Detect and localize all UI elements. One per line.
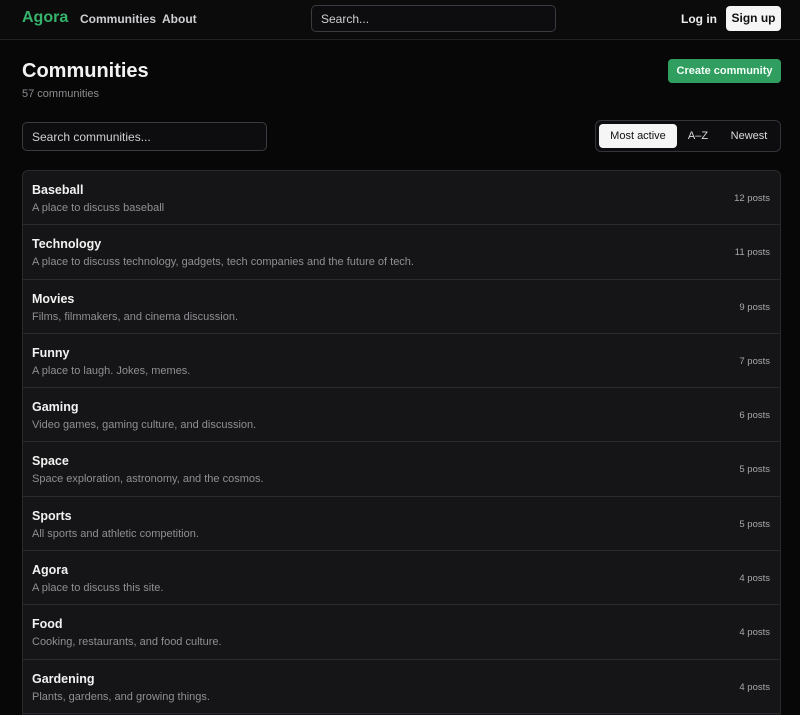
- community-row[interactable]: Food Cooking, restaurants, and food cult…: [23, 605, 780, 660]
- community-name[interactable]: Agora: [32, 563, 68, 577]
- community-post-count: 12 posts: [734, 193, 770, 204]
- community-name[interactable]: Funny: [32, 346, 70, 360]
- sort-newest-button[interactable]: Newest: [722, 124, 776, 148]
- global-search-input[interactable]: [311, 5, 556, 32]
- community-row[interactable]: Sports All sports and athletic competiti…: [23, 497, 780, 552]
- community-post-count: 5 posts: [739, 518, 770, 530]
- community-description: A place to laugh. Jokes, memes.: [32, 364, 191, 377]
- sort-a-z-button[interactable]: A–Z: [680, 124, 716, 148]
- login-link[interactable]: Log in: [681, 12, 717, 26]
- community-row[interactable]: Technology A place to discuss technology…: [23, 225, 780, 280]
- community-search-input[interactable]: [22, 122, 267, 151]
- community-name[interactable]: Gardening: [32, 672, 95, 686]
- community-post-count: 7 posts: [739, 355, 770, 367]
- community-row[interactable]: Space Space exploration, astronomy, and …: [23, 442, 780, 497]
- community-row[interactable]: Agora A place to discuss this site. 4 po…: [23, 551, 780, 606]
- community-list: Baseball A place to discuss baseball 12 …: [22, 170, 781, 715]
- community-name[interactable]: Food: [32, 617, 63, 631]
- community-name[interactable]: Technology: [32, 237, 101, 251]
- community-row[interactable]: Baseball A place to discuss baseball 12 …: [23, 171, 780, 226]
- community-post-count: 4 posts: [739, 627, 770, 639]
- community-post-count: 9 posts: [739, 301, 770, 313]
- community-description: A place to discuss technology, gadgets, …: [32, 256, 414, 269]
- community-name[interactable]: Gaming: [32, 400, 79, 414]
- community-description: A place to discuss baseball: [32, 202, 165, 214]
- community-post-count: 4 posts: [739, 573, 770, 585]
- community-description: Cooking, restaurants, and food culture.: [32, 636, 222, 649]
- community-post-count: 4 posts: [739, 681, 770, 693]
- community-description: Space exploration, astronomy, and the co…: [32, 473, 264, 486]
- community-row[interactable]: Movies Films, filmmakers, and cinema dis…: [23, 280, 780, 334]
- community-description: Video games, gaming culture, and discuss…: [32, 419, 257, 432]
- community-row[interactable]: Gaming Video games, gaming culture, and …: [23, 388, 780, 443]
- community-row[interactable]: Gardening Plants, gardens, and growing t…: [23, 660, 780, 714]
- community-post-count: 5 posts: [739, 464, 770, 476]
- sort-toggle-group: Most active A–Z Newest: [595, 120, 781, 152]
- community-count: 57 communities: [22, 88, 100, 100]
- community-description: A place to discuss this site.: [32, 582, 164, 595]
- community-name[interactable]: Sports: [32, 509, 72, 523]
- community-name[interactable]: Movies: [32, 292, 74, 306]
- community-description: Films, filmmakers, and cinema discussion…: [32, 310, 239, 323]
- community-post-count: 6 posts: [739, 410, 770, 422]
- signup-button[interactable]: Sign up: [726, 6, 781, 31]
- community-name[interactable]: Baseball: [32, 183, 83, 197]
- nav-link-about[interactable]: About: [162, 12, 197, 26]
- community-post-count: 11 posts: [734, 247, 770, 259]
- community-description: Plants, gardens, and growing things.: [32, 690, 210, 703]
- create-community-button[interactable]: Create community: [668, 59, 781, 83]
- community-name[interactable]: Space: [32, 454, 69, 468]
- page-title: Communities: [22, 60, 149, 82]
- community-description: All sports and athletic competition.: [32, 527, 199, 540]
- top-navbar: Agora Communities About Log in Sign up: [0, 0, 800, 40]
- brand-logo[interactable]: Agora: [22, 9, 68, 27]
- nav-link-communities[interactable]: Communities: [80, 12, 156, 26]
- community-row[interactable]: Funny A place to laugh. Jokes, memes. 7 …: [23, 334, 780, 389]
- sort-most-active-button[interactable]: Most active: [599, 124, 677, 148]
